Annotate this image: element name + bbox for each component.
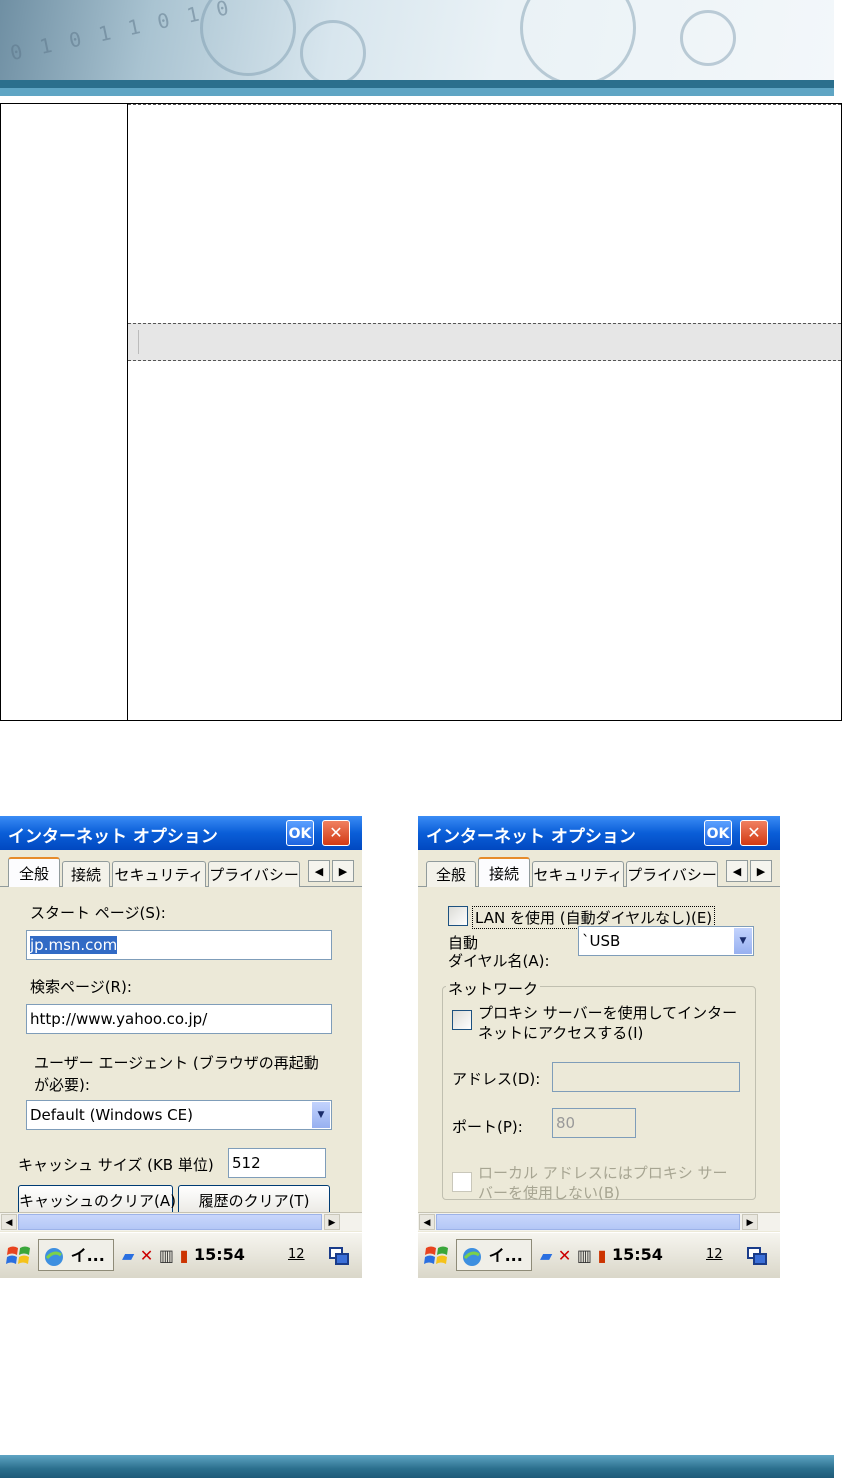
taskbar: イ... ▰ ✕ ▥ ▮ 15:54 12 <box>0 1232 362 1278</box>
banner-strip-light <box>0 88 834 96</box>
taskbar-task-button[interactable]: イ... <box>456 1239 532 1271</box>
taskbar-task-button[interactable]: イ... <box>38 1239 114 1271</box>
use-lan-checkbox[interactable] <box>448 906 468 926</box>
scroll-right-icon[interactable]: ▶ <box>742 1214 758 1230</box>
tab-security[interactable]: セキュリティ <box>532 861 624 887</box>
taskbar-task-label: イ... <box>488 1246 523 1265</box>
banner-circle <box>680 10 736 66</box>
address-input[interactable] <box>552 1062 740 1092</box>
taskbar: イ... ▰ ✕ ▥ ▮ 15:54 12 <box>418 1232 780 1278</box>
antenna-off-icon[interactable]: ✕ <box>558 1240 571 1272</box>
bypass-label-2: バーを使用しない(B) <box>478 1184 620 1202</box>
scroll-thumb[interactable] <box>436 1214 740 1230</box>
footer-bar <box>0 1455 834 1478</box>
antenna-off-icon[interactable]: ✕ <box>140 1240 153 1272</box>
tab-general[interactable]: 全般 <box>426 861 476 887</box>
signal-icon[interactable]: ▥ <box>577 1240 592 1272</box>
tab-scroll-right-icon[interactable]: ▶ <box>750 860 772 882</box>
horizontal-scrollbar[interactable]: ◀ ▶ <box>0 1212 362 1231</box>
user-agent-label-1: ユーザー エージェント (ブラウザの再起動 <box>34 1054 319 1072</box>
autodial-value: `USB <box>582 932 621 950</box>
input-mode-icon[interactable]: 12 <box>706 1239 723 1271</box>
window-title: インターネット オプション <box>426 827 636 847</box>
scroll-left-icon[interactable]: ◀ <box>1 1214 17 1230</box>
tab-scroll-left-icon[interactable]: ◀ <box>308 860 330 882</box>
port-input[interactable]: 80 <box>552 1108 636 1138</box>
tab-connection[interactable]: 接続 <box>478 857 530 887</box>
bypass-label-1: ローカル アドレスにはプロキシ サー <box>478 1164 728 1182</box>
show-desktop-icon[interactable] <box>328 1239 350 1271</box>
windows-flag-icon[interactable] <box>424 1239 450 1271</box>
close-button[interactable]: ✕ <box>740 820 768 846</box>
banner-circle <box>200 0 296 76</box>
tab-security[interactable]: セキュリティ <box>112 861 206 887</box>
start-page-input[interactable]: jp.msn.com <box>26 930 332 960</box>
start-page-label: スタート ページ(S): <box>30 904 166 922</box>
banner-strip <box>0 80 834 88</box>
ok-button[interactable]: OK <box>704 820 732 846</box>
table-gray-row <box>128 323 841 361</box>
tab-scroll-left-icon[interactable]: ◀ <box>726 860 748 882</box>
chevron-down-icon[interactable]: ▼ <box>733 928 752 954</box>
search-page-input[interactable]: http://www.yahoo.co.jp/ <box>26 1004 332 1034</box>
scroll-left-icon[interactable]: ◀ <box>419 1214 435 1230</box>
user-agent-value: Default (Windows CE) <box>30 1106 193 1124</box>
taskbar-task-label: イ... <box>70 1246 105 1265</box>
port-label: ポート(P): <box>452 1118 523 1136</box>
proxy-label-2: ネットにアクセスする(I) <box>478 1024 644 1042</box>
banner-circle <box>520 0 636 86</box>
tab-scroll-right-icon[interactable]: ▶ <box>332 860 354 882</box>
table-left-column <box>1 104 128 720</box>
header-banner: 0 1 0 1 1 0 1 0 <box>0 0 834 96</box>
document-table <box>0 103 842 721</box>
tab-privacy[interactable]: プライバシー <box>208 861 300 887</box>
signal-icon[interactable]: ▥ <box>159 1240 174 1272</box>
title-bar: インターネット オプション OK ✕ <box>0 816 362 850</box>
start-page-value: jp.msn.com <box>30 936 118 954</box>
network-icon[interactable]: ▰ <box>122 1240 134 1272</box>
user-agent-select[interactable]: Default (Windows CE) ▼ <box>26 1100 332 1130</box>
autodial-label-2: ダイヤル名(A): <box>448 952 550 970</box>
chevron-down-icon[interactable]: ▼ <box>311 1102 330 1128</box>
cache-size-input[interactable]: 512 <box>228 1148 326 1178</box>
search-page-label: 検索ページ(R): <box>30 978 132 996</box>
clock[interactable]: 15:54 <box>612 1245 663 1264</box>
scroll-right-icon[interactable]: ▶ <box>324 1214 340 1230</box>
table-dashed-divider <box>128 104 841 105</box>
show-desktop-icon[interactable] <box>746 1239 768 1271</box>
gray-row-divider <box>138 330 139 354</box>
autodial-select[interactable]: `USB ▼ <box>578 926 754 956</box>
battery-icon[interactable]: ▮ <box>598 1240 607 1272</box>
tab-privacy[interactable]: プライバシー <box>626 861 718 887</box>
close-button[interactable]: ✕ <box>322 820 350 846</box>
banner-circle <box>300 20 366 86</box>
ie-globe-icon <box>45 1247 63 1266</box>
internet-options-general-window: インターネット オプション OK ✕ 全般 接続 セキュリティ プライバシー ◀… <box>0 816 362 1278</box>
cache-size-label: キャッシュ サイズ (KB 単位) <box>18 1156 214 1174</box>
user-agent-label-2: が必要): <box>34 1076 90 1094</box>
ok-button[interactable]: OK <box>286 820 314 846</box>
scroll-thumb[interactable] <box>18 1214 322 1230</box>
tab-general[interactable]: 全般 <box>8 857 60 887</box>
ie-globe-icon <box>463 1247 481 1266</box>
use-proxy-checkbox[interactable] <box>452 1010 472 1030</box>
address-label: アドレス(D): <box>452 1070 541 1088</box>
title-bar: インターネット オプション OK ✕ <box>418 816 780 850</box>
network-icon[interactable]: ▰ <box>540 1240 552 1272</box>
horizontal-scrollbar[interactable]: ◀ ▶ <box>418 1212 780 1231</box>
tab-connection[interactable]: 接続 <box>62 861 110 887</box>
input-mode-icon[interactable]: 12 <box>288 1239 305 1271</box>
tray-icons: ▰ ✕ ▥ ▮ 15:54 <box>540 1239 663 1271</box>
windows-flag-icon[interactable] <box>6 1239 32 1271</box>
internet-options-connection-window: インターネット オプション OK ✕ 全般 接続 セキュリティ プライバシー ◀… <box>418 816 780 1278</box>
battery-icon[interactable]: ▮ <box>180 1240 189 1272</box>
bypass-local-checkbox[interactable] <box>452 1172 472 1192</box>
clock[interactable]: 15:54 <box>194 1245 245 1264</box>
network-group-label: ネットワーク <box>446 978 541 999</box>
proxy-label-1: プロキシ サーバーを使用してインター <box>478 1004 738 1022</box>
tray-icons: ▰ ✕ ▥ ▮ 15:54 <box>122 1239 245 1271</box>
window-title: インターネット オプション <box>8 827 218 847</box>
